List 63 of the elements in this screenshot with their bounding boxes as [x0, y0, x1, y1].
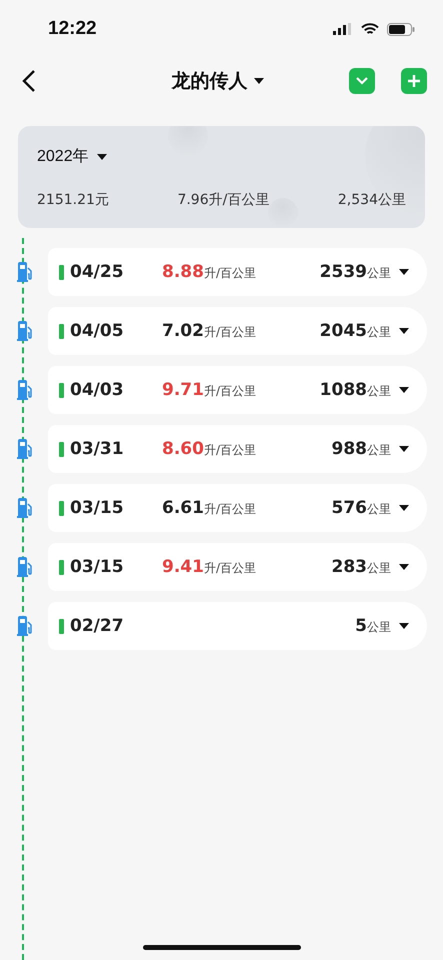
- fuel-pump-icon: [16, 616, 32, 636]
- vehicle-selector[interactable]: 龙的传人: [86, 68, 349, 94]
- fuel-pump-icon: [16, 498, 32, 518]
- total-distance: 2,534公里: [338, 191, 406, 209]
- fuel-pump-icon: [16, 321, 32, 341]
- fuel-consumption: 7.02升/百公里: [162, 325, 256, 340]
- record-date: 04/03: [70, 380, 125, 400]
- year-selector[interactable]: 2022年: [37, 146, 107, 167]
- record-date: 02/27: [70, 616, 125, 636]
- fuel-pump-icon: [16, 557, 32, 577]
- record-card[interactable]: 02/27 5公里: [48, 602, 427, 650]
- expand-caret-icon: [399, 328, 409, 334]
- expand-caret-icon: [399, 269, 409, 275]
- record-distance: 5公里: [355, 616, 391, 636]
- record-card[interactable]: 03/15 9.41升/百公里 283公里: [48, 543, 427, 591]
- average-consumption: 7.96升/百公里: [177, 191, 270, 209]
- expand-caret-icon: [399, 623, 409, 629]
- wifi-icon: [361, 22, 379, 36]
- record-card[interactable]: 03/31 8.60升/百公里 988公里: [48, 425, 427, 473]
- record-distance: 2045公里: [320, 321, 391, 341]
- fuel-consumption: 6.61升/百公里: [162, 502, 256, 517]
- record-distance: 1088公里: [320, 380, 391, 400]
- marker-icon: [59, 264, 64, 280]
- fuel-consumption: 9.71升/百公里: [162, 384, 256, 399]
- record-card[interactable]: 04/25 8.88升/百公里 2539公里: [48, 248, 427, 296]
- record-distance: 2539公里: [320, 262, 391, 282]
- record-date: 03/15: [70, 498, 125, 518]
- record-date: 03/31: [70, 439, 125, 459]
- marker-icon: [59, 618, 64, 634]
- fuel-pump-icon: [16, 380, 32, 400]
- fuel-consumption: 8.60升/百公里: [162, 443, 256, 458]
- total-cost: 2151.21元: [37, 191, 109, 209]
- fuel-consumption: 9.41升/百公里: [162, 561, 256, 576]
- battery-icon: [387, 22, 415, 36]
- fuel-pump-icon: [16, 262, 32, 282]
- record-distance: 283公里: [332, 557, 391, 577]
- expand-caret-icon: [399, 505, 409, 511]
- expand-caret-icon: [399, 564, 409, 570]
- record-distance: 576公里: [332, 498, 391, 518]
- marker-icon: [59, 442, 64, 456]
- record-date: 03/15: [70, 557, 125, 577]
- marker-icon: [59, 500, 64, 516]
- signal-icon: [333, 23, 353, 35]
- dropdown-button[interactable]: [349, 68, 375, 94]
- fuel-consumption: 8.88升/百公里: [162, 266, 256, 281]
- marker-icon: [59, 324, 64, 338]
- record-card[interactable]: 04/05 7.02升/百公里 2045公里: [48, 307, 427, 355]
- record-card[interactable]: 03/15 6.61升/百公里 576公里: [48, 484, 427, 532]
- expand-caret-icon: [399, 446, 409, 452]
- status-time: 12:22: [48, 18, 97, 40]
- record-card[interactable]: 04/03 9.71升/百公里 1088公里: [48, 366, 427, 414]
- record-date: 04/25: [70, 262, 125, 282]
- expand-caret-icon: [399, 387, 409, 393]
- fuel-pump-icon: [16, 439, 32, 459]
- caret-icon: [254, 78, 264, 84]
- record-date: 04/05: [70, 321, 125, 341]
- marker-icon: [59, 560, 64, 574]
- record-distance: 988公里: [332, 439, 391, 459]
- plus-icon: [407, 74, 421, 88]
- chevron-down-icon: [355, 76, 369, 86]
- marker-icon: [59, 382, 64, 398]
- caret-icon: [96, 154, 107, 160]
- add-button[interactable]: [401, 68, 427, 94]
